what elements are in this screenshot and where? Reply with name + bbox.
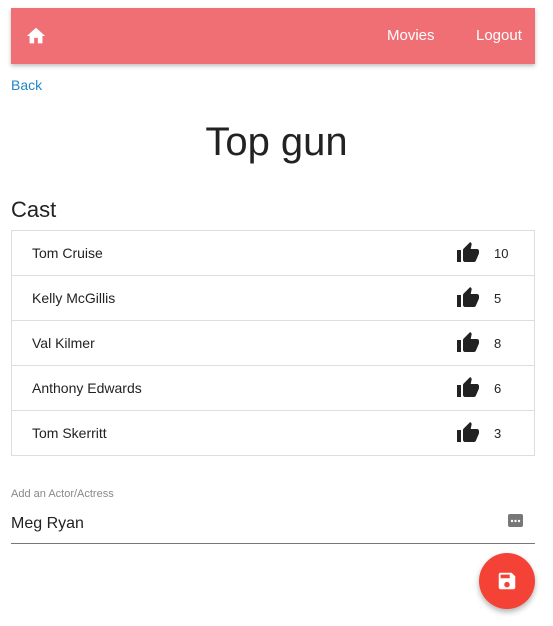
thumbs-up-icon[interactable] xyxy=(455,286,481,310)
floppy-disk-icon xyxy=(498,572,516,590)
like-count: 6 xyxy=(494,380,502,396)
input-underline xyxy=(11,543,535,544)
cast-list-item: Val Kilmer 8 xyxy=(12,321,534,366)
nav-link-logout[interactable]: Logout xyxy=(476,27,522,44)
cast-list-item: Kelly McGillis 5 xyxy=(12,276,534,321)
cast-member-name: Val Kilmer xyxy=(32,335,95,351)
save-button[interactable] xyxy=(479,553,535,609)
thumbs-up-icon[interactable] xyxy=(455,421,481,445)
cast-member-name: Anthony Edwards xyxy=(32,380,142,396)
cast-member-name: Tom Skerritt xyxy=(32,425,107,441)
thumbs-up-icon[interactable] xyxy=(455,376,481,400)
cast-list-item: Tom Skerritt 3 xyxy=(12,411,534,455)
cast-list: Tom Cruise 10 Kelly McGillis 5 Val Kilme… xyxy=(11,230,535,456)
add-actor-label: Add an Actor/Actress xyxy=(11,488,114,500)
cast-list-item: Anthony Edwards 6 xyxy=(12,366,534,411)
cast-list-item: Tom Cruise 10 xyxy=(12,231,534,276)
page-title: Top gun xyxy=(205,120,348,164)
home-icon[interactable] xyxy=(25,25,47,47)
cast-member-name: Tom Cruise xyxy=(32,245,103,261)
back-link[interactable]: Back xyxy=(11,77,42,93)
top-navbar: Movies Logout xyxy=(11,8,535,64)
like-count: 10 xyxy=(494,245,509,261)
add-actor-input[interactable] xyxy=(11,509,501,539)
thumbs-up-icon[interactable] xyxy=(455,241,481,265)
like-count: 8 xyxy=(494,335,502,351)
thumbs-up-icon[interactable] xyxy=(455,331,481,355)
cast-member-name: Kelly McGillis xyxy=(32,290,116,306)
nav-link-movies[interactable]: Movies xyxy=(387,27,435,44)
ellipsis-icon[interactable] xyxy=(508,514,523,527)
like-count: 3 xyxy=(494,425,502,441)
cast-heading: Cast xyxy=(11,197,57,222)
like-count: 5 xyxy=(494,290,502,306)
